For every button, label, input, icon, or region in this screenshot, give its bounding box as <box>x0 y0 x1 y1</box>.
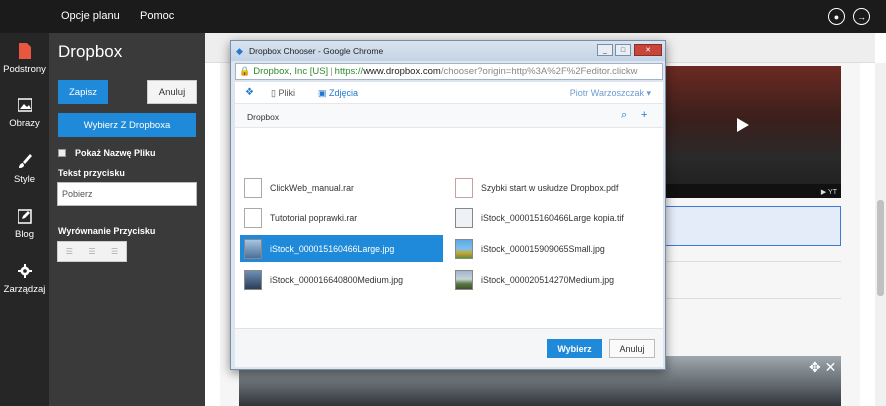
cancel-button[interactable]: Anuluj <box>609 339 655 358</box>
file-icon: ▯ <box>271 88 276 98</box>
window-title: Dropbox Chooser - Google Chrome <box>249 46 384 56</box>
pdf-file-icon <box>455 177 473 198</box>
save-button[interactable]: Zapisz <box>58 80 108 104</box>
photo-icon: ▣ <box>318 88 327 98</box>
dropbox-panel: Dropbox Zapisz Anuluj Wybierz Z Dropboxa… <box>49 33 205 406</box>
file-item[interactable]: iStock_000015909065Small.jpg <box>451 235 654 262</box>
file-item[interactable]: iStock_000020514270Medium.jpg <box>451 266 654 293</box>
dropbox-chooser-window: ◆ Dropbox Chooser - Google Chrome _ □ ✕ … <box>230 40 666 370</box>
dropbox-logo-icon: ◆ <box>236 46 243 56</box>
search-icon[interactable]: ⌕ <box>621 109 627 122</box>
choose-from-dropbox-button[interactable]: Wybierz Z Dropboxa <box>58 113 196 137</box>
move-icon[interactable]: ✥ <box>809 359 821 375</box>
panel-title: Dropbox <box>58 42 123 61</box>
archive-file-icon <box>244 177 262 198</box>
minimize-icon[interactable]: _ <box>597 44 613 56</box>
scrollbar[interactable] <box>875 63 886 406</box>
selected-download-block[interactable] <box>653 206 841 246</box>
file-item[interactable]: iStock_000016640800Medium.jpg <box>240 266 443 293</box>
align-left-icon[interactable]: ☰ <box>66 247 73 256</box>
edit-icon <box>17 209 32 224</box>
button-text-input[interactable]: Pobierz <box>57 182 197 206</box>
chooser-body: ❖ ▯ Pliki ▣ Zdjęcia Piotr Warzoszczak ▾ … <box>235 82 663 367</box>
close-icon[interactable]: ✕ <box>825 359 837 375</box>
breadcrumb-root[interactable]: Dropbox <box>247 112 279 122</box>
video-controls <box>653 184 841 198</box>
top-bar: Opcje planu Pomoc ● → <box>0 0 886 33</box>
window-titlebar: ◆ Dropbox Chooser - Google Chrome _ □ ✕ <box>231 41 665 61</box>
dropbox-icon: ❖ <box>245 87 254 98</box>
alignment-buttons: ☰ ☰ ☰ <box>57 241 127 262</box>
move-close-icons: ✥ ✕ <box>809 359 836 376</box>
url-org: Dropbox, Inc [US] <box>253 66 329 77</box>
scroll-thumb[interactable] <box>877 200 884 296</box>
menu-help[interactable]: Pomoc <box>140 10 174 22</box>
image-thumbnail <box>244 238 262 259</box>
left-nav: Podstrony Obrazy Style Blog Zarządzaj <box>0 33 49 406</box>
menu-plan-options[interactable]: Opcje planu <box>61 10 120 22</box>
file-item[interactable]: ClickWeb_manual.rar <box>240 174 443 201</box>
play-icon[interactable] <box>737 118 749 132</box>
page-icon <box>18 43 31 59</box>
lock-icon: 🔒 <box>239 66 251 76</box>
file-item-selected[interactable]: iStock_000015160466Large.jpg <box>240 235 443 262</box>
cancel-button[interactable]: Anuluj <box>147 80 197 104</box>
divider <box>653 261 841 262</box>
nav-label: Style <box>13 174 36 185</box>
tab-files[interactable]: ▯ Pliki <box>271 88 295 99</box>
align-center-icon[interactable]: ☰ <box>88 247 95 256</box>
chooser-footer: Wybierz Anuluj <box>235 328 663 367</box>
image-thumbnail <box>244 269 262 290</box>
nav-item-zarzadzaj[interactable]: Zarządzaj <box>0 263 49 295</box>
alignment-label: Wyrównanie Przycisku <box>58 226 156 236</box>
brush-icon <box>18 154 32 168</box>
user-icon[interactable]: ● <box>828 8 845 25</box>
chooser-tabs: ❖ ▯ Pliki ▣ Zdjęcia Piotr Warzoszczak ▾ <box>235 82 663 104</box>
url-host: www.dropbox.com <box>363 66 441 77</box>
video-embed[interactable]: ▶ YT <box>653 66 841 198</box>
user-menu[interactable]: Piotr Warzoszczak ▾ <box>570 88 651 99</box>
tab-photos[interactable]: ▣ Zdjęcia <box>318 88 358 99</box>
breadcrumb: Dropbox ⌕ + <box>235 104 663 128</box>
file-item[interactable]: Tutotorial poprawki.rar <box>240 204 443 231</box>
close-icon[interactable]: ✕ <box>634 44 662 56</box>
maximize-icon[interactable]: □ <box>615 44 631 56</box>
archive-file-icon <box>244 207 262 228</box>
show-filename-label: Pokaż Nazwę Pliku <box>75 148 156 158</box>
nav-label: Blog <box>14 229 34 240</box>
nav-item-style[interactable]: Style <box>0 153 49 185</box>
gear-icon <box>17 264 32 278</box>
nav-label: Podstrony <box>3 64 46 75</box>
show-filename-checkbox[interactable] <box>58 149 66 157</box>
nav-item-podstrony[interactable]: Podstrony <box>0 43 49 75</box>
nav-label: Obrazy <box>9 118 40 129</box>
image-file-icon <box>455 207 473 228</box>
file-item[interactable]: Szybki start w usłudze Dropbox.pdf <box>451 174 654 201</box>
image-icon <box>17 98 32 112</box>
divider <box>653 298 841 299</box>
image-thumbnail <box>455 269 473 290</box>
button-text-label: Tekst przycisku <box>58 168 125 178</box>
choose-button[interactable]: Wybierz <box>547 339 602 358</box>
add-icon[interactable]: + <box>641 109 647 121</box>
file-item[interactable]: iStock_000015160466Large kopia.tif <box>451 204 654 231</box>
nav-label: Zarządzaj <box>3 284 46 295</box>
align-right-icon[interactable]: ☰ <box>111 247 118 256</box>
url-path: /chooser?origin=http%3A%2F%2Feditor.clic… <box>440 66 638 77</box>
nav-item-blog[interactable]: Blog <box>0 208 49 240</box>
nav-item-obrazy[interactable]: Obrazy <box>0 97 49 129</box>
address-bar[interactable]: 🔒 Dropbox, Inc [US] | https:// www.dropb… <box>235 63 663 80</box>
logout-icon[interactable]: → <box>853 8 870 25</box>
youtube-logo-icon: ▶ YT <box>820 189 837 196</box>
url-protocol: https:// <box>334 66 364 77</box>
image-thumbnail <box>455 238 473 259</box>
